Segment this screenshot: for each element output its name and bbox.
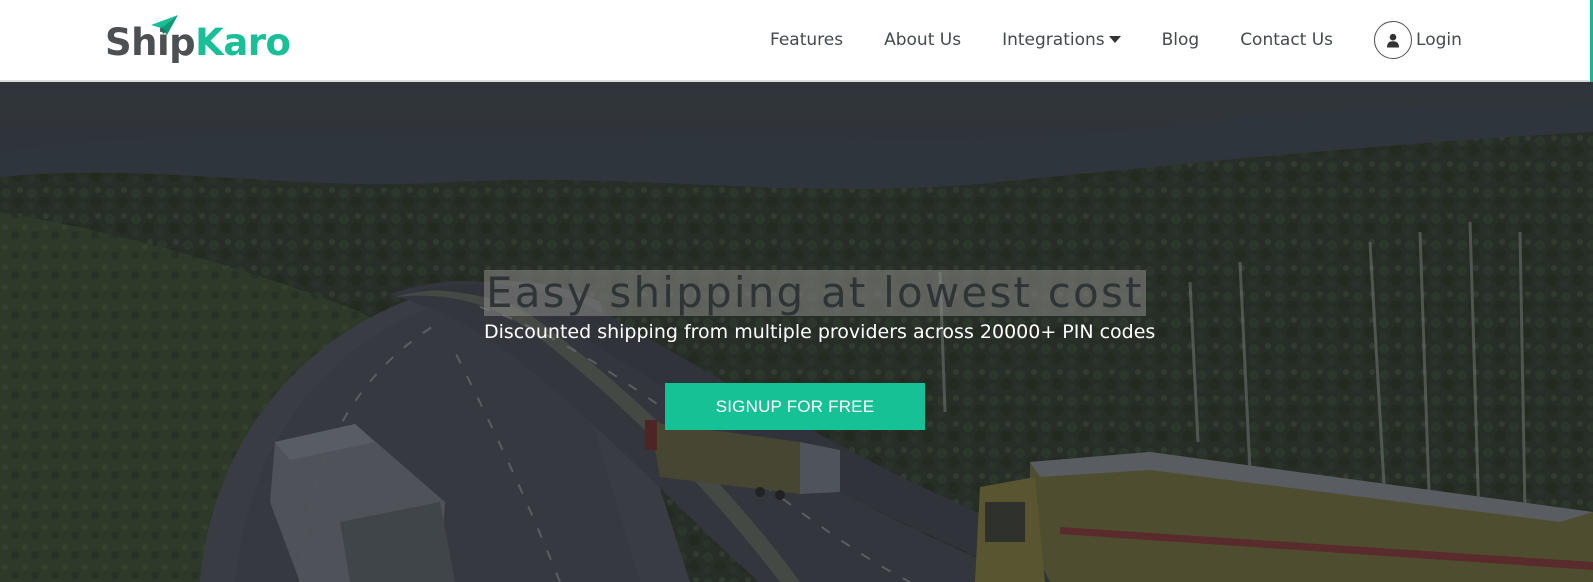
- login-label: Login: [1416, 30, 1462, 50]
- nav-about-us[interactable]: About Us: [884, 30, 961, 50]
- nav-about-us-label: About Us: [884, 30, 962, 50]
- nav-features[interactable]: Features: [770, 30, 843, 50]
- caret-down-icon: [1108, 35, 1121, 43]
- signup-for-free-button[interactable]: SIGNUP FOR FREE: [665, 383, 925, 430]
- hero-title: Easy shipping at lowest cost: [486, 268, 1144, 317]
- nav-blog[interactable]: Blog: [1162, 30, 1200, 50]
- nav-contact-us-label: Contact Us: [1240, 30, 1334, 50]
- login-button[interactable]: Login: [1374, 21, 1462, 59]
- nav-integrations-label: Integrations: [1002, 30, 1105, 50]
- top-navbar: ShipKaro Features About Us Integrations …: [0, 0, 1593, 82]
- nav-integrations-dropdown[interactable]: Integrations: [1002, 30, 1121, 50]
- page: ShipKaro Features About Us Integrations …: [0, 0, 1593, 582]
- paper-plane-icon: [151, 15, 178, 35]
- nav-blog-label: Blog: [1161, 30, 1200, 50]
- logo-text-karo: Karo: [195, 21, 291, 64]
- shipkaro-logo[interactable]: ShipKaro: [105, 15, 291, 64]
- nav-features-label: Features: [770, 30, 844, 50]
- hero-title-highlight: Easy shipping at lowest cost: [484, 270, 1146, 316]
- logo-wordmark: ShipKaro: [105, 20, 291, 66]
- hero-subtitle: Discounted shipping from multiple provid…: [484, 321, 1156, 343]
- user-icon: [1374, 21, 1413, 59]
- nav-contact-us[interactable]: Contact Us: [1240, 30, 1333, 50]
- hero-section: Easy shipping at lowest cost Discounted …: [0, 82, 1593, 582]
- main-nav: Features About Us Integrations Blog Cont…: [770, 0, 1462, 80]
